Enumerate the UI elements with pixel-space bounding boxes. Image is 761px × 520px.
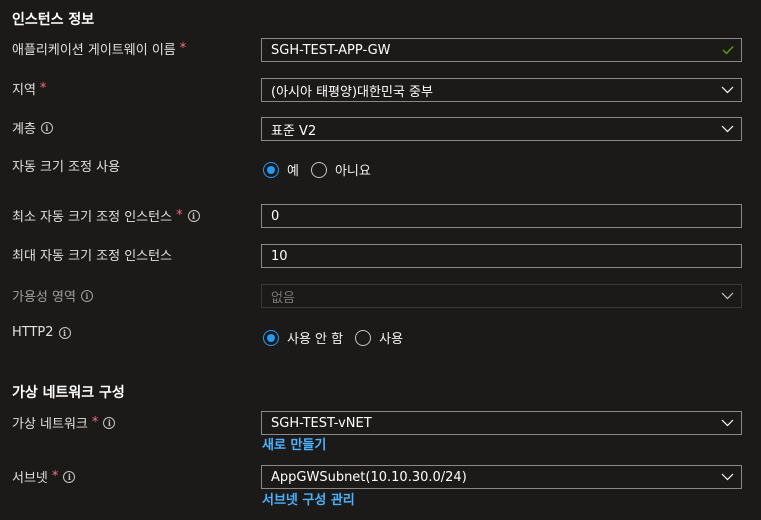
autoscale-label: 자동 크기 조정 사용 xyxy=(12,156,120,175)
availability-zone-dropdown: 없음 xyxy=(261,284,742,308)
radio-selected-icon xyxy=(263,161,279,178)
section-title-vnet: 가상 네트워크 구성 xyxy=(12,385,125,401)
autoscale-label-text: 자동 크기 조정 사용 xyxy=(12,160,121,175)
required-marker: * xyxy=(176,208,183,223)
gateway-name-label: 애플리케이션 게이트웨이 이름 * xyxy=(12,39,186,58)
chevron-down-icon xyxy=(713,118,741,140)
radio-unselected-icon xyxy=(355,329,372,346)
virtual-network-value: SGH-TEST-vNET xyxy=(271,415,372,431)
max-instances-input[interactable]: 10 xyxy=(261,244,742,268)
radio-unselected-icon xyxy=(310,161,327,178)
tier-label: 계층 i xyxy=(12,118,53,137)
required-marker: * xyxy=(51,469,59,484)
region-label: 지역 * xyxy=(12,79,46,98)
manage-subnet-link[interactable]: 서브넷 구성 관리 xyxy=(262,489,355,508)
required-marker: * xyxy=(179,41,187,56)
min-instances-value: 0 xyxy=(271,208,280,224)
http2-disabled-label: 사용 안 함 xyxy=(287,332,344,347)
http2-enabled-radio[interactable]: 사용 xyxy=(355,328,403,347)
chevron-down-icon xyxy=(713,79,741,101)
info-icon[interactable]: i xyxy=(187,209,200,222)
radio-selected-icon xyxy=(263,329,279,346)
max-instances-label-text: 최대 자동 크기 조정 인스턴스 xyxy=(12,249,173,264)
info-icon[interactable]: i xyxy=(103,416,116,429)
max-instances-label: 최대 자동 크기 조정 인스턴스 xyxy=(12,245,172,264)
autoscale-radio-group: 예 아니요 xyxy=(263,160,383,179)
region-dropdown[interactable]: (아시아 태평양)대한민국 중부 xyxy=(261,78,742,102)
virtual-network-dropdown[interactable]: SGH-TEST-vNET xyxy=(261,411,742,435)
virtual-network-label: 가상 네트워크 * i xyxy=(12,413,116,432)
required-marker: * xyxy=(39,81,47,96)
http2-radio-group: 사용 안 함 사용 xyxy=(263,328,415,347)
min-instances-input[interactable]: 0 xyxy=(261,204,742,228)
http2-label: HTTP2 i xyxy=(12,325,71,340)
checkmark-icon xyxy=(715,39,741,61)
chevron-down-icon xyxy=(713,412,741,434)
tier-dropdown[interactable]: 표준 V2 xyxy=(261,117,742,141)
section-title-instance: 인스턴스 정보 xyxy=(12,12,95,28)
autoscale-yes-radio[interactable]: 예 xyxy=(263,160,299,179)
min-instances-label: 최소 자동 크기 조정 인스턴스 * i xyxy=(12,206,200,225)
availability-zone-value: 없음 xyxy=(271,290,295,306)
subnet-label: 서브넷 * i xyxy=(12,467,76,486)
virtual-network-label-text: 가상 네트워크 xyxy=(12,417,88,432)
chevron-down-icon xyxy=(713,285,741,307)
gateway-name-label-text: 애플리케이션 게이트웨이 이름 xyxy=(12,43,176,58)
info-icon[interactable]: i xyxy=(58,326,71,339)
subnet-label-text: 서브넷 xyxy=(12,471,48,486)
gateway-name-input[interactable]: SGH-TEST-APP-GW xyxy=(261,38,742,62)
http2-disabled-radio[interactable]: 사용 안 함 xyxy=(263,328,343,347)
subnet-value: AppGWSubnet(10.10.30.0/24) xyxy=(271,469,467,485)
info-icon[interactable]: i xyxy=(63,470,76,483)
create-new-link[interactable]: 새로 만들기 xyxy=(262,434,326,453)
tier-value: 표준 V2 xyxy=(271,123,317,139)
subnet-dropdown[interactable]: AppGWSubnet(10.10.30.0/24) xyxy=(261,465,742,489)
http2-enabled-label: 사용 xyxy=(379,332,404,347)
info-icon[interactable]: i xyxy=(40,121,53,134)
autoscale-no-label: 아니요 xyxy=(334,164,371,179)
tier-label-text: 계층 xyxy=(12,122,36,137)
chevron-down-icon xyxy=(713,466,741,488)
region-value: (아시아 태평양)대한민국 중부 xyxy=(271,84,433,100)
gateway-name-value: SGH-TEST-APP-GW xyxy=(271,42,391,58)
http2-label-text: HTTP2 xyxy=(12,325,54,340)
required-marker: * xyxy=(91,415,99,430)
availability-zone-label-text: 가용성 영역 xyxy=(12,290,76,305)
autoscale-no-radio[interactable]: 아니요 xyxy=(310,160,371,179)
autoscale-yes-label: 예 xyxy=(287,164,299,179)
min-instances-label-text: 최소 자동 크기 조정 인스턴스 xyxy=(12,210,173,225)
max-instances-value: 10 xyxy=(271,248,288,264)
info-icon[interactable]: i xyxy=(80,289,93,302)
availability-zone-label: 가용성 영역 i xyxy=(12,286,93,305)
region-label-text: 지역 xyxy=(12,83,36,98)
